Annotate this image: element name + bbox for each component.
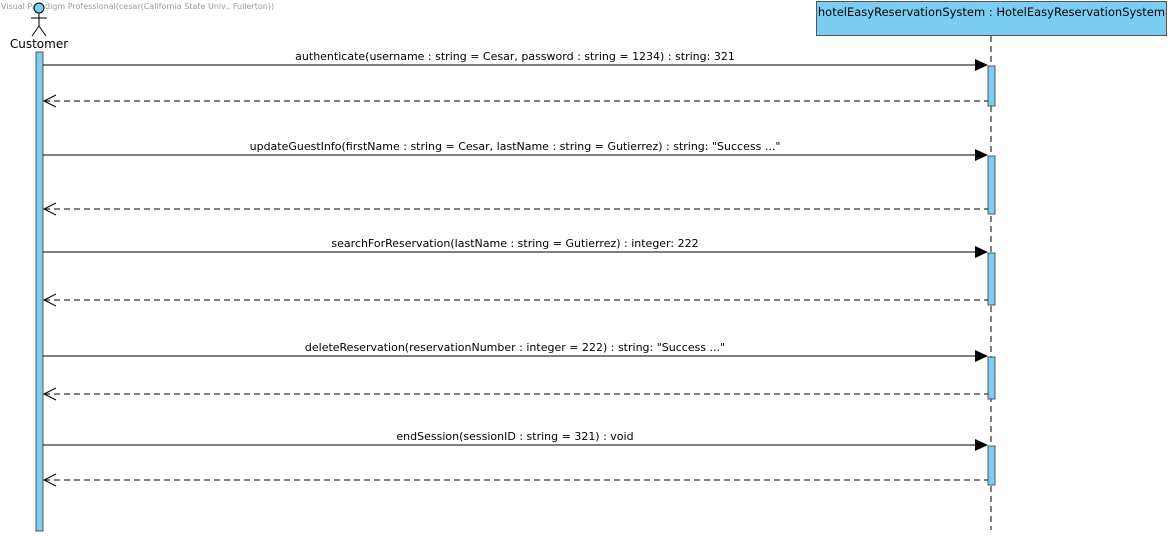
messages-layer: [42, 59, 996, 487]
customer-activation-bar: [35, 51, 44, 532]
message-label: searchForReservation(lastName : string =…: [331, 237, 699, 250]
message-label: deleteReservation(reservationNumber : in…: [304, 341, 726, 354]
diagram-canvas: [31, 2, 996, 532]
system-activation-bar: [987, 445, 996, 486]
system-activation-bar: [987, 155, 996, 215]
message-arrowhead: [975, 439, 988, 451]
actor-label: Customer: [9, 37, 69, 51]
system-lifeline-title: hotelEasyReservationSystem : HotelEasyRe…: [817, 5, 1166, 19]
system-lifeline-head: hotelEasyReservationSystem : HotelEasyRe…: [816, 1, 1167, 36]
sequence-diagram: Visual Paradigm Professional(cesar(Calif…: [0, 0, 1173, 536]
system-activation-bar: [987, 356, 996, 400]
message-arrowhead: [975, 149, 988, 161]
actor-icon: [31, 2, 47, 37]
message-arrowhead: [975, 246, 988, 258]
message-label: updateGuestInfo(firstName : string = Ces…: [249, 140, 781, 153]
message-label: endSession(sessionID : string = 321) : v…: [396, 430, 634, 443]
system-activation-bar: [987, 252, 996, 306]
message-label: authenticate(username : string = Cesar, …: [295, 50, 735, 63]
message-arrowhead: [975, 350, 988, 362]
message-arrowhead: [975, 59, 988, 71]
system-activation-bar: [987, 65, 996, 107]
